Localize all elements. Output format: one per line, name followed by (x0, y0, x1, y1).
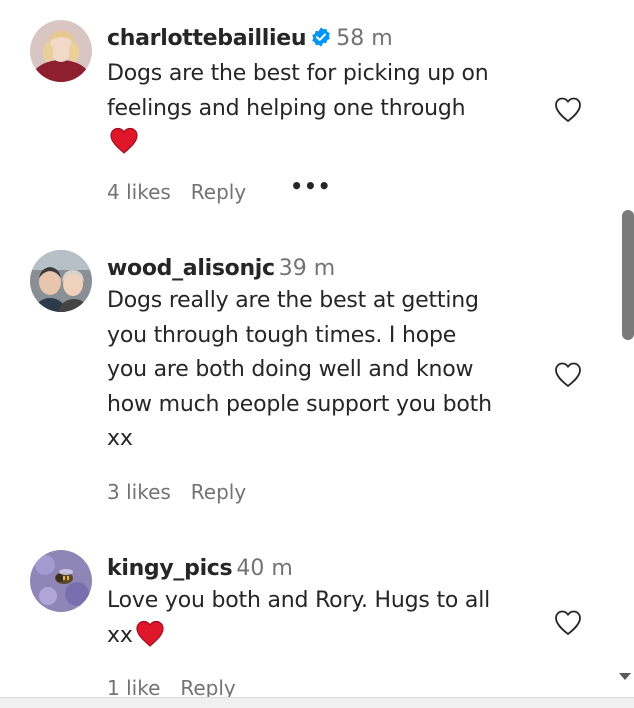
comment-text: Dogs really are the best at getting you … (107, 284, 547, 457)
comment-header: charlottebaillieu 58 m (107, 24, 547, 57)
scrollbar-thumb[interactable] (622, 210, 634, 340)
avatar-image (30, 20, 92, 82)
like-button[interactable] (553, 360, 583, 390)
more-options-icon[interactable]: ••• (290, 174, 331, 198)
username[interactable]: charlottebaillieu (107, 26, 307, 51)
comment-time: 40 m (236, 556, 293, 581)
scrollbar-track[interactable] (612, 0, 634, 707)
like-button[interactable] (553, 95, 583, 125)
username[interactable]: wood_alisonjc (107, 256, 275, 281)
heart-outline-icon (555, 97, 581, 122)
comment-line: xx (107, 426, 133, 451)
comment-line: how much people support you both (107, 391, 492, 417)
bottom-edge-bar (0, 697, 634, 708)
avatar[interactable] (30, 550, 92, 612)
scroll-down-arrow-icon[interactable] (619, 673, 631, 680)
likes-count[interactable]: 3 likes (107, 480, 171, 504)
comment-text: Dogs are the best for picking up on feel… (107, 57, 547, 166)
comment-line: Love you both and Rory. Hugs to all (107, 588, 491, 613)
comment-header: wood_alisonjc 39 m (107, 254, 547, 284)
likes-count[interactable]: 4 likes (107, 180, 171, 204)
comment-actions: 4 likes Reply ••• (107, 174, 332, 204)
comment-item: wood_alisonjc 39 m Dogs really are the be… (0, 230, 612, 530)
comment-actions: 3 likes Reply (107, 480, 246, 504)
red-heart-emoji (109, 127, 139, 166)
avatar[interactable] (30, 20, 92, 82)
comment-time: 39 m (278, 256, 336, 281)
heart-outline-icon (555, 362, 581, 387)
comment-line: you through tough times. I hope (107, 322, 457, 348)
comment-line: Dogs are the best for picking up on (107, 61, 489, 86)
verified-badge-icon (310, 26, 332, 57)
username[interactable]: kingy_pics (107, 556, 233, 581)
reply-button[interactable]: Reply (191, 480, 246, 504)
avatar[interactable] (30, 250, 92, 312)
comment-text: Love you both and Rory. Hugs to all xx (107, 584, 547, 658)
comment-item: charlottebaillieu 58 m Dogs are the best … (0, 0, 612, 230)
heart-outline-icon (555, 610, 581, 635)
comment-item: kingy_pics 40 m Love you both and Rory. H… (0, 530, 612, 700)
comment-time: 58 m (336, 26, 393, 51)
like-button[interactable] (553, 608, 583, 638)
reply-button[interactable]: Reply (191, 180, 246, 204)
comment-line: you are both doing well and know (107, 357, 474, 382)
comment-line: feelings and helping one through (107, 95, 466, 121)
avatar-image (30, 250, 92, 312)
avatar-image (30, 550, 92, 612)
red-heart-emoji (135, 620, 165, 659)
comment-line: xx (107, 622, 133, 648)
comment-header: kingy_pics 40 m (107, 554, 547, 584)
comment-line: Dogs really are the best at getting (107, 288, 479, 313)
